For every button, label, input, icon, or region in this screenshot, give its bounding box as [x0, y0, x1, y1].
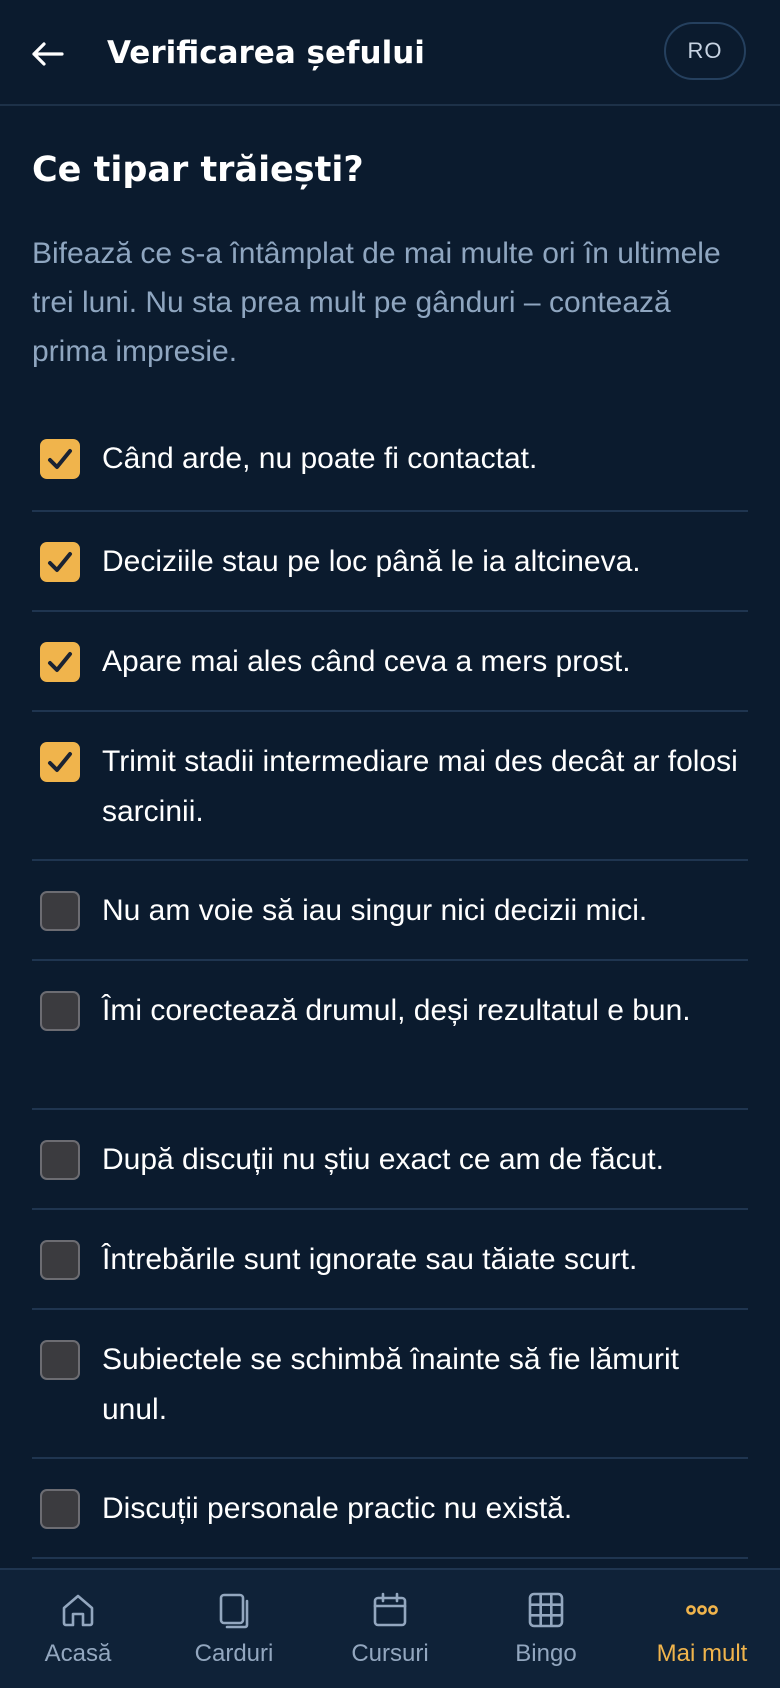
top-app-bar: Verificarea șefului RO [0, 0, 780, 106]
checklist-item[interactable]: Deciziile stau pe loc până le ia altcine… [32, 512, 748, 612]
language-button[interactable]: RO [664, 22, 746, 80]
back-button[interactable] [24, 30, 72, 78]
checklist-item-label: Apare mai ales când ceva a mers prost. [102, 645, 631, 678]
checkmark-icon [48, 652, 72, 672]
checklist-item[interactable]: Discuții personale practic nu există. [32, 1459, 748, 1559]
checkbox-checked[interactable] [40, 642, 80, 682]
nav-label: Acasă [44, 1640, 112, 1667]
checklist: Când arde, nu poate fi contactat. Decizi… [32, 412, 748, 1559]
checkbox-unchecked[interactable] [40, 891, 80, 931]
nav-item-acasa[interactable]: Acasă [0, 1570, 156, 1688]
checklist-item[interactable]: Întrebările sunt ignorate sau tăiate scu… [32, 1210, 748, 1310]
checklist-item[interactable]: Nu am voie să iau singur nici decizii mi… [32, 861, 748, 961]
checklist-item[interactable]: Îmi corectează drumul, deși rezultatul e… [32, 961, 748, 1110]
checkbox-checked[interactable] [40, 742, 80, 782]
checklist-item-label: Îmi corectează drumul, deși rezultatul e… [102, 994, 691, 1027]
more-icon [686, 1605, 718, 1615]
grid-icon [528, 1592, 564, 1628]
checklist-item[interactable]: Subiectele se schimbă înainte să fie lăm… [32, 1310, 748, 1459]
checkmark-icon [48, 752, 72, 772]
page-title: Verificarea șefului [107, 35, 425, 71]
arrow-left-icon [32, 42, 64, 66]
checklist-item[interactable]: Apare mai ales când ceva a mers prost. [32, 612, 748, 712]
checklist-item[interactable]: Trimit stadii intermediare mai des decât… [32, 712, 748, 861]
checkbox-unchecked[interactable] [40, 1140, 80, 1180]
bottom-navigation: Acasă Carduri Cursuri Bingo Mai mult [0, 1568, 780, 1688]
checklist-item-label: După discuții nu știu exact ce am de făc… [102, 1143, 664, 1176]
checkmark-icon [48, 449, 72, 469]
checklist-item[interactable]: Când arde, nu poate fi contactat. [32, 412, 748, 512]
checklist-item-label: Nu am voie să iau singur nici decizii mi… [102, 894, 648, 927]
checklist-item-label: Trimit stadii intermediare mai des decât… [102, 745, 738, 828]
nav-label: Mai mult [656, 1640, 748, 1667]
checkbox-unchecked[interactable] [40, 991, 80, 1031]
checklist-item-label: Discuții personale practic nu există. [102, 1492, 573, 1525]
checklist-item-label: Subiectele se schimbă înainte să fie lăm… [102, 1343, 679, 1426]
checkbox-unchecked[interactable] [40, 1340, 80, 1380]
calendar-icon [373, 1592, 407, 1627]
checkbox-unchecked[interactable] [40, 1240, 80, 1280]
checklist-item-label: Întrebările sunt ignorate sau tăiate scu… [102, 1243, 638, 1276]
section-heading: Ce tipar trăiești? [32, 150, 364, 190]
nav-label: Bingo [515, 1640, 577, 1667]
nav-item-bingo[interactable]: Bingo [468, 1570, 624, 1688]
checklist-item[interactable]: După discuții nu știu exact ce am de făc… [32, 1110, 748, 1210]
checkbox-checked[interactable] [40, 439, 80, 479]
intro-text: Bifează ce s-a întâmplat de mai multe or… [32, 237, 721, 368]
checkmark-icon [48, 552, 72, 572]
home-icon [62, 1594, 94, 1627]
checklist-item-label: Deciziile stau pe loc până le ia altcine… [102, 545, 641, 578]
nav-label: Cursuri [351, 1640, 429, 1667]
checkbox-unchecked[interactable] [40, 1489, 80, 1529]
checklist-item-label: Când arde, nu poate fi contactat. [102, 442, 538, 475]
cards-icon [219, 1593, 249, 1629]
nav-item-mai-mult[interactable]: Mai mult [624, 1570, 780, 1688]
nav-label: Carduri [194, 1640, 274, 1667]
checkbox-checked[interactable] [40, 542, 80, 582]
nav-item-carduri[interactable]: Carduri [156, 1570, 312, 1688]
nav-item-cursuri[interactable]: Cursuri [312, 1570, 468, 1688]
